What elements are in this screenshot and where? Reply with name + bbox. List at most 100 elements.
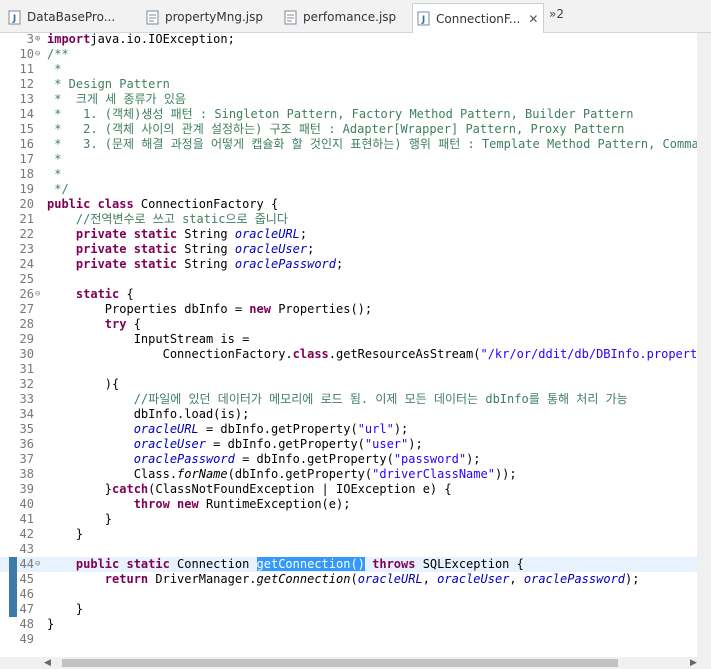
code-line[interactable]: 3 ⊕ importjava.io.IOException; xyxy=(0,33,697,47)
line-number: 13 xyxy=(19,92,34,106)
code-line[interactable]: 22 private static String oracleURL; xyxy=(0,227,697,242)
code-line[interactable]: 47 } xyxy=(0,602,697,617)
code-line[interactable]: 38 Class.forName(dbInfo.getProperty("dri… xyxy=(0,467,697,482)
vertical-scrollbar[interactable] xyxy=(697,33,711,657)
line-number: 25 xyxy=(19,272,34,286)
code-line[interactable]: 26 ⊖ static { xyxy=(0,287,697,302)
code-line[interactable]: 39 }catch(ClassNotFoundException | IOExc… xyxy=(0,482,697,497)
code-line[interactable]: 43 xyxy=(0,542,697,557)
tab-propertymng[interactable]: propertyMng.jsp xyxy=(142,3,278,31)
code-line[interactable]: 15 * 2. (객체 사이의 관계 설정하는) 구조 패턴 : Adapter… xyxy=(0,122,697,137)
code-editor[interactable]: 3 ⊕ importjava.io.IOException; 10 ⊖/** 11 * 12… xyxy=(0,33,697,657)
code-token: * xyxy=(47,167,62,181)
code-token: } xyxy=(47,602,84,616)
code-line[interactable]: 29 InputStream is = xyxy=(0,332,697,347)
code-line[interactable]: 45 return DriverManager.getConnection(or… xyxy=(0,572,697,587)
code-token: * 2. (객체 사이의 관계 설정하는) 구조 패턴 : Adapter[Wr… xyxy=(47,122,625,136)
code-text: oracleUser = dbInfo.getProperty("user"); xyxy=(47,437,423,452)
code-line[interactable]: 20 public class ConnectionFactory { xyxy=(0,197,697,212)
code-line[interactable]: 41 } xyxy=(0,512,697,527)
horizontal-scrollbar[interactable]: ◀ ▶ xyxy=(0,657,711,669)
tab-label: propertyMng.jsp xyxy=(165,10,263,24)
code-line[interactable]: 11 * xyxy=(0,62,697,77)
code-line[interactable]: 16 * 3. (문제 해결 과정을 어떻게 캡슐화 할 것인지 표현하는) 행… xyxy=(0,137,697,152)
code-line[interactable]: 28 try { xyxy=(0,317,697,332)
scroll-right-icon[interactable]: ▶ xyxy=(690,657,697,669)
code-line[interactable]: 32 ){ xyxy=(0,377,697,392)
code-token: oracleUser xyxy=(234,242,308,256)
line-number: 26 xyxy=(19,287,34,301)
code-text: } xyxy=(47,527,83,542)
code-line[interactable]: 35 oracleURL = dbInfo.getProperty("url")… xyxy=(0,422,697,437)
code-line[interactable]: 19 */ xyxy=(0,182,697,197)
code-text: importjava.io.IOException; xyxy=(47,33,235,47)
line-number: 12 xyxy=(19,77,34,91)
code-line[interactable]: 17 * xyxy=(0,152,697,167)
line-number: 49 xyxy=(19,632,34,646)
tab-databasepro[interactable]: J DataBasePro... xyxy=(4,3,140,31)
code-line[interactable]: 27 Properties dbInfo = new Properties(); xyxy=(0,302,697,317)
code-token: public static xyxy=(75,557,170,571)
code-text: * 2. (객체 사이의 관계 설정하는) 구조 패턴 : Adapter[Wr… xyxy=(47,122,624,137)
collapse-fold-icon[interactable]: ⊖ xyxy=(35,49,40,59)
code-line[interactable]: 31 xyxy=(0,362,697,377)
tab-overflow-button[interactable]: »2 xyxy=(549,7,564,21)
code-token: Properties(); xyxy=(270,302,373,316)
code-token: } xyxy=(47,527,84,541)
code-token: ); xyxy=(393,422,409,436)
collapse-fold-icon[interactable]: ⊖ xyxy=(35,289,40,299)
code-line[interactable]: 49 xyxy=(0,632,697,647)
code-line[interactable]: 23 private static String oracleUser; xyxy=(0,242,697,257)
code-text: * xyxy=(47,62,61,77)
code-token: String xyxy=(177,257,235,271)
code-line[interactable]: 13 * 크게 세 종류가 있음 xyxy=(0,92,697,107)
line-number: 21 xyxy=(19,212,34,226)
code-token: } xyxy=(47,617,55,631)
tab-perfomance[interactable]: perfomance.jsp xyxy=(280,3,412,31)
code-line[interactable]: 25 xyxy=(0,272,697,287)
code-line[interactable]: 24 private static String oraclePassword; xyxy=(0,257,697,272)
code-token: .getResourceAsStream( xyxy=(328,347,481,361)
code-token: try xyxy=(104,317,127,331)
code-line[interactable]: 48} xyxy=(0,617,697,632)
code-line[interactable]: 30 ConnectionFactory.class.getResourceAs… xyxy=(0,347,697,362)
code-token: "driverClassName" xyxy=(372,467,495,481)
collapse-fold-icon[interactable]: ⊖ xyxy=(35,559,40,569)
code-token: oracleUser xyxy=(133,437,206,451)
line-number: 10 xyxy=(19,47,34,61)
code-token: = dbInfo.getProperty( xyxy=(234,452,394,466)
code-token: (ClassNotFoundException | IOException e)… xyxy=(148,482,452,496)
code-token: forName xyxy=(177,467,228,481)
selected-text: getConnection() xyxy=(256,557,365,571)
code-line[interactable]: 36 oracleUser = dbInfo.getProperty("user… xyxy=(0,437,697,452)
expand-fold-icon[interactable]: ⊕ xyxy=(35,34,40,44)
code-line[interactable]: 10 ⊖ /** xyxy=(0,47,697,62)
code-token: return xyxy=(104,572,149,586)
tab-connectionfactory[interactable]: J ConnectionF... ✕ xyxy=(412,3,544,33)
code-line[interactable]: 42 } xyxy=(0,527,697,542)
scrollbar-thumb[interactable] xyxy=(62,659,618,667)
close-icon[interactable]: ✕ xyxy=(528,12,538,26)
code-token: throw new xyxy=(133,497,199,511)
code-line[interactable]: 18 * xyxy=(0,167,697,182)
code-line[interactable]: 46 xyxy=(0,587,697,602)
line-number: 45 xyxy=(19,572,34,586)
scroll-left-icon[interactable]: ◀ xyxy=(44,657,51,669)
code-line[interactable]: 12 * Design Pattern xyxy=(0,77,697,92)
code-line[interactable]: 33 //파일에 있던 데이터가 메모리에 로드 됨. 이제 모든 데이터는 d… xyxy=(0,392,697,407)
code-token: import xyxy=(47,33,91,46)
line-number: 30 xyxy=(19,347,34,361)
code-line[interactable]: 21 //전역변수로 쓰고 static으로 줍니다 xyxy=(0,212,697,227)
code-line[interactable]: 14 * 1. (객체)생성 패턴 : Singleton Pattern, F… xyxy=(0,107,697,122)
code-text: //파일에 있던 데이터가 메모리에 로드 됨. 이제 모든 데이터는 dbIn… xyxy=(47,392,628,407)
code-line[interactable]: 37 oraclePassword = dbInfo.getProperty("… xyxy=(0,452,697,467)
code-token: static xyxy=(75,287,120,301)
code-token: (dbInfo.getProperty( xyxy=(227,467,373,481)
code-text: } xyxy=(47,512,112,527)
code-line[interactable]: 44 ⊖ public static Connection getConnecti… xyxy=(0,557,697,572)
code-text: try { xyxy=(47,317,141,332)
code-line[interactable]: 40 throw new RuntimeException(e); xyxy=(0,497,697,512)
code-line[interactable]: 34 dbInfo.load(is); xyxy=(0,407,697,422)
